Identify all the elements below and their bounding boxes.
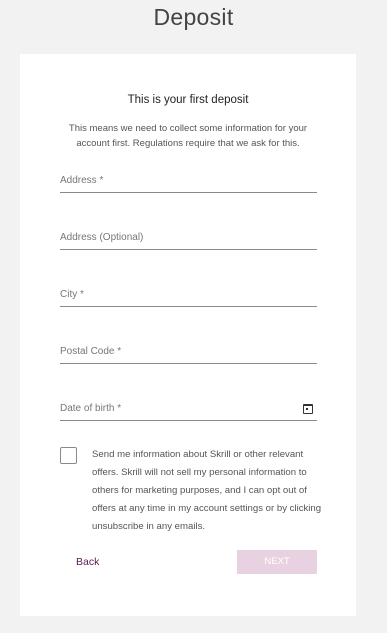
date-of-birth-input[interactable]	[60, 398, 317, 420]
marketing-consent-checkbox[interactable]	[60, 447, 77, 464]
date-of-birth-field[interactable]: Date of birth *	[60, 398, 317, 421]
marketing-consent-text: Send me information about Skrill or othe…	[92, 449, 322, 532]
city-input[interactable]	[60, 284, 317, 306]
address-optional-input[interactable]	[60, 227, 317, 249]
address-input[interactable]	[60, 170, 317, 192]
page-title: Deposit	[153, 4, 234, 30]
address-optional-field[interactable]: Address (Optional)	[60, 227, 317, 250]
card-subtitle: This means we need to collect some infor…	[68, 123, 308, 149]
address-field[interactable]: Address *	[60, 170, 317, 193]
next-button[interactable]: NEXT	[237, 550, 317, 574]
calendar-icon[interactable]	[303, 404, 313, 414]
postal-code-field[interactable]: Postal Code *	[60, 341, 317, 364]
deposit-card: This is your first deposit This means we…	[20, 54, 356, 616]
card-heading: This is your first deposit	[127, 94, 249, 106]
city-field[interactable]: City *	[60, 284, 317, 307]
postal-code-input[interactable]	[60, 341, 317, 363]
back-button[interactable]: Back	[76, 556, 99, 568]
